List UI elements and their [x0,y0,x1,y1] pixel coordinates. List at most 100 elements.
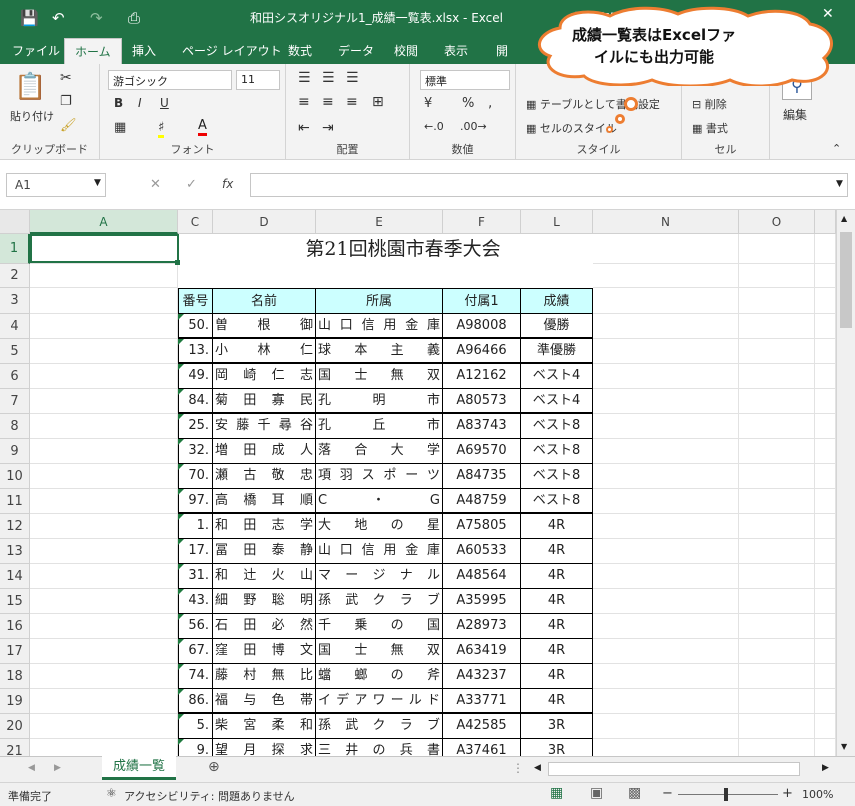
cell-member-id[interactable]: A37461 [443,739,521,756]
cell-name[interactable]: 岡崎仁志 [213,364,316,389]
cell-organization[interactable]: 山口信用金庫 [316,539,443,564]
table-header[interactable]: 番号 [178,288,213,314]
cell-name[interactable]: 安藤千尋谷 [213,414,316,439]
normal-view-icon[interactable]: ▦ [550,785,563,801]
error-indicator[interactable] [178,739,184,745]
currency-icon[interactable]: ¥ [424,96,432,111]
tab-review[interactable]: 校閲 [394,42,418,59]
tab-home[interactable]: ホーム [64,38,122,64]
zoom-out-icon[interactable]: − [662,786,673,801]
error-indicator[interactable] [178,389,184,395]
empty-cell[interactable] [593,739,739,756]
cell-result[interactable]: 4R [521,514,593,539]
cell-member-id[interactable]: A35995 [443,589,521,614]
empty-cell[interactable] [815,489,836,514]
cell-member-id[interactable]: A96466 [443,339,521,364]
cell-member-id[interactable]: A80573 [443,389,521,414]
empty-cell[interactable] [815,614,836,639]
cell-result[interactable]: 4R [521,564,593,589]
active-cell-a1[interactable] [30,234,179,263]
redo-icon[interactable]: ↷ [90,6,103,30]
empty-cell[interactable] [815,264,836,288]
empty-cell[interactable] [30,689,178,714]
empty-cell[interactable] [739,639,815,664]
error-indicator[interactable] [178,514,184,520]
tab-page-layout[interactable]: ページ レイアウト [182,42,282,59]
empty-cell[interactable] [739,439,815,464]
empty-cell[interactable] [739,714,815,739]
prev-sheet-icon[interactable]: ◀ [28,763,35,773]
cell-name[interactable]: 和辻火山 [213,564,316,589]
cell-organization[interactable]: イデアワールド [316,689,443,714]
page-break-view-icon[interactable]: ▩ [628,785,641,801]
empty-cell[interactable] [739,614,815,639]
empty-cell[interactable] [30,489,178,514]
cell-result[interactable]: 4R [521,589,593,614]
indent-decrease-icon[interactable]: ⇤ [298,120,310,136]
empty-cell[interactable] [815,514,836,539]
table-header[interactable]: 付属1 [443,288,521,314]
merge-center-icon[interactable]: ⊞ [372,94,384,110]
empty-cell[interactable] [593,589,739,614]
empty-cell[interactable] [593,564,739,589]
cell-member-id[interactable]: A75805 [443,514,521,539]
empty-cell[interactable] [739,739,815,756]
cell-result[interactable]: 4R [521,539,593,564]
cell-organization[interactable]: 蟷螂の斧 [316,664,443,689]
cell-name[interactable]: 瀬古敬忠 [213,464,316,489]
empty-cell[interactable] [815,689,836,714]
error-indicator[interactable] [178,364,184,370]
row-header[interactable]: 7 [0,389,30,414]
column-header-o[interactable]: O [739,210,815,234]
tab-insert[interactable]: 挿入 [132,42,156,59]
page-layout-view-icon[interactable]: ▣ [590,785,603,801]
error-indicator[interactable] [178,664,184,670]
name-box-dropdown-icon[interactable]: ▼ [94,178,101,188]
cell-organization[interactable]: 球本主義 [316,339,443,364]
empty-cell[interactable] [739,589,815,614]
sheet-tab-active[interactable]: 成績一覧 [102,756,176,780]
font-name-combo[interactable]: 游ゴシック [108,70,232,90]
error-indicator[interactable] [178,589,184,595]
empty-cell[interactable] [593,714,739,739]
cell-name[interactable]: 小林仁 [213,339,316,364]
error-indicator[interactable] [178,339,184,345]
underline-button[interactable]: U [160,96,169,110]
cell-organization[interactable]: マージナル [316,564,443,589]
empty-cell[interactable] [593,664,739,689]
decrease-decimal-icon[interactable]: .00→ [460,120,487,133]
empty-cell[interactable] [30,514,178,539]
paste-icon[interactable]: 📋 [14,72,46,102]
sheet-title[interactable]: 第21回桃園市春季大会 [213,234,593,264]
row-header[interactable]: 20 [0,714,30,739]
table-header[interactable]: 成績 [521,288,593,314]
empty-cell[interactable] [30,264,178,288]
empty-cell[interactable] [815,464,836,489]
empty-cell[interactable] [815,414,836,439]
empty-cell[interactable] [30,539,178,564]
cell-member-id[interactable]: A42585 [443,714,521,739]
empty-cell[interactable] [815,439,836,464]
empty-cell[interactable] [593,364,739,389]
cell-result[interactable]: 4R [521,689,593,714]
table-header[interactable]: 所属 [316,288,443,314]
paste-button[interactable]: 貼り付け [10,108,54,124]
column-header-l[interactable]: L [521,210,593,234]
row-header[interactable]: 16 [0,614,30,639]
empty-cell[interactable] [815,589,836,614]
increase-decimal-icon[interactable]: ←.0 [424,120,444,133]
error-indicator[interactable] [178,489,184,495]
empty-cell[interactable] [739,314,815,339]
error-indicator[interactable] [178,714,184,720]
format-as-table-button[interactable]: ▦ テーブルとして書式設定 [526,96,660,112]
empty-cell[interactable] [739,339,815,364]
cell-member-id[interactable]: A84735 [443,464,521,489]
row-header[interactable]: 18 [0,664,30,689]
empty-cell[interactable] [815,739,836,756]
cell-organization[interactable]: 大地の星 [316,514,443,539]
formula-input[interactable] [250,173,848,197]
name-box[interactable]: A1 [6,173,106,197]
cell-member-id[interactable]: A69570 [443,439,521,464]
editing-button[interactable]: 編集 [783,106,807,123]
empty-cell[interactable] [815,639,836,664]
